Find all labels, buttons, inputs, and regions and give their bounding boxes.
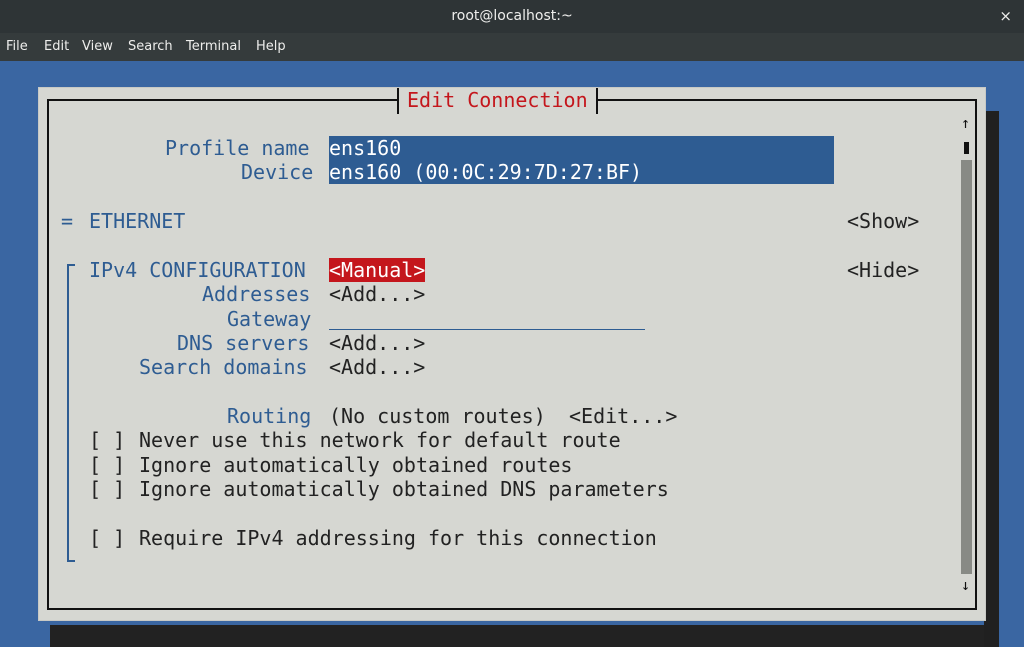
menu-view[interactable]: View [82,33,113,61]
addresses-label: Addresses [202,282,311,306]
menu-bar: File Edit View Search Terminal Help [0,33,1024,61]
ipv4-section-bracket [67,264,75,562]
terminal-scrollbar[interactable] [984,111,999,647]
checkbox-require-ipv4[interactable]: [ ] [89,526,125,550]
scroll-thumb[interactable] [964,142,969,154]
search-domains-label: Search domains [139,355,308,379]
addresses-add-button[interactable]: <Add...> [329,282,425,306]
device-label: Device [241,160,314,184]
ipv4-mode-dropdown[interactable]: <Manual> [329,258,426,282]
search-domains-add-button[interactable]: <Add...> [329,355,425,379]
profile-name-label: Profile name [165,136,310,160]
menu-file[interactable]: File [6,33,28,61]
checkbox-ignore-dns-label: Ignore automatically obtained DNS parame… [139,477,669,501]
menu-terminal[interactable]: Terminal [186,33,241,61]
ipv4-section-label: IPv4 CONFIGURATION [89,258,306,282]
ethernet-marker: = [61,209,74,233]
menu-search[interactable]: Search [128,33,173,61]
checkbox-default-route[interactable]: [ ] [89,428,125,452]
ipv4-hide-button[interactable]: <Hide> [847,258,919,282]
dialog-title: Edit Connection [397,88,598,114]
checkbox-ignore-dns[interactable]: [ ] [89,477,125,501]
checkbox-require-ipv4-label: Require IPv4 addressing for this connect… [139,526,657,550]
scroll-track[interactable] [961,160,972,574]
routing-value: (No custom routes) [329,404,546,428]
edit-connection-dialog: Edit Connection Profile name ens160 Devi… [38,87,986,621]
routing-edit-button[interactable]: <Edit...> [569,404,677,428]
dns-servers-label: DNS servers [177,331,310,355]
dns-servers-add-button[interactable]: <Add...> [329,331,425,355]
gateway-field[interactable] [329,307,645,330]
window-titlebar: root@localhost:~ × [0,0,1024,33]
menu-edit[interactable]: Edit [44,33,69,61]
scroll-up-arrow-icon[interactable]: ↑ [961,114,970,132]
scroll-down-arrow-icon[interactable]: ↓ [961,576,970,594]
window-title: root@localhost:~ [451,8,573,24]
gateway-label: Gateway [227,307,312,331]
ethernet-section-label: ETHERNET [89,209,186,233]
terminal-bottom-strip [50,625,984,647]
ethernet-show-button[interactable]: <Show> [847,209,919,233]
checkbox-default-route-label: Never use this network for default route [139,428,621,452]
checkbox-ignore-routes-label: Ignore automatically obtained routes [139,453,573,477]
terminal-area[interactable]: Edit Connection Profile name ens160 Devi… [0,61,1024,647]
checkbox-ignore-routes[interactable]: [ ] [89,453,125,477]
device-field[interactable]: ens160 (00:0C:29:7D:27:BF) [329,160,834,184]
routing-label: Routing [227,404,312,428]
menu-help[interactable]: Help [256,33,286,61]
close-icon[interactable]: × [999,0,1012,33]
profile-name-field[interactable]: ens160 [329,136,834,160]
